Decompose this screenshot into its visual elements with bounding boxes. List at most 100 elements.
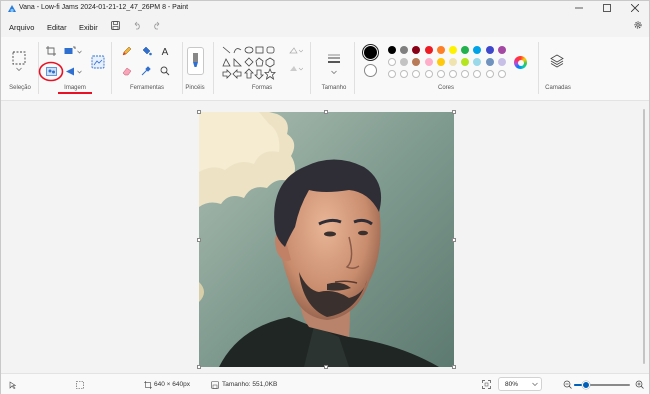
color-swatch[interactable] (448, 46, 457, 54)
shape-outline-icon (289, 47, 304, 57)
color-picker-tool[interactable] (140, 66, 152, 78)
resize-handle[interactable] (452, 238, 456, 242)
maximize-button[interactable] (593, 1, 621, 17)
custom-color-slot[interactable] (497, 70, 506, 78)
shapes-gallery[interactable] (222, 45, 278, 81)
color-swatch[interactable] (400, 58, 409, 66)
resize-handle[interactable] (197, 110, 201, 114)
fit-to-window-button[interactable] (482, 380, 491, 391)
magnifier-tool[interactable] (159, 66, 171, 78)
menu-view[interactable]: Exibir (79, 23, 98, 32)
color-swatch[interactable] (436, 58, 445, 66)
group-label-colors: Cores (437, 85, 454, 91)
color-swatch[interactable] (412, 58, 421, 66)
color-swatch[interactable] (461, 58, 470, 66)
custom-color-slot[interactable] (473, 70, 482, 78)
group-label-layers: Camadas (545, 85, 571, 91)
resize-icon (64, 46, 76, 58)
vertical-scrollbar[interactable] (643, 109, 645, 364)
custom-color-slot[interactable] (436, 70, 445, 78)
pencil-tool[interactable] (121, 46, 133, 58)
gear-icon (633, 20, 643, 32)
edit-colors-button[interactable] (514, 56, 527, 69)
resize-handle[interactable] (324, 110, 328, 114)
color-swatch[interactable] (388, 46, 396, 54)
crop-button[interactable] (45, 46, 57, 58)
layers-button[interactable] (550, 54, 564, 68)
color-swatch[interactable] (461, 46, 470, 54)
line-width-icon (326, 54, 342, 69)
zoom-in-button[interactable] (635, 380, 644, 391)
zoom-select[interactable]: 80% (498, 377, 542, 391)
paint-app-icon (7, 4, 17, 14)
paint-window: Vana - Low-fi Jams 2024-01-21-12_47_26PM… (0, 0, 650, 394)
shape-fill-button[interactable] (289, 65, 304, 75)
secondary-color[interactable] (364, 64, 377, 77)
selection-tool-button[interactable] (12, 51, 26, 65)
eraser-tool[interactable] (121, 66, 133, 78)
menu-edit[interactable]: Editar (47, 23, 67, 32)
color-swatch[interactable] (448, 58, 457, 66)
color-swatch[interactable] (424, 46, 433, 54)
resize-handle[interactable] (324, 365, 328, 369)
primary-color[interactable] (362, 44, 379, 61)
custom-color-slot[interactable] (424, 70, 433, 78)
resize-button[interactable] (64, 46, 76, 58)
close-button[interactable] (621, 1, 649, 17)
menu-file[interactable]: Arquivo (9, 23, 34, 32)
custom-color-slot[interactable] (448, 70, 457, 78)
color-swatch[interactable] (497, 58, 506, 66)
text-tool[interactable]: A (159, 46, 171, 58)
redo-button[interactable] (149, 20, 163, 32)
canvas-image[interactable] (199, 112, 454, 367)
resize-handle[interactable] (452, 110, 456, 114)
selection-size-icon (76, 381, 84, 391)
color-swatch[interactable] (388, 58, 396, 66)
resize-handle[interactable] (197, 365, 201, 369)
shape-outline-button[interactable] (289, 47, 304, 57)
rotate-dropdown[interactable] (77, 69, 82, 76)
minimize-button[interactable] (565, 1, 593, 17)
group-label-size: Tamanho (321, 85, 347, 91)
custom-color-slot[interactable] (461, 70, 470, 78)
chevron-down-icon (331, 70, 337, 77)
size-dropdown[interactable] (331, 70, 337, 77)
ribbon-separator (213, 42, 214, 94)
color-swatch[interactable] (473, 46, 482, 54)
color-swatch[interactable] (473, 58, 482, 66)
zoom-value: 80% (505, 381, 519, 388)
zoom-slider[interactable] (574, 381, 630, 389)
ribbon-separator (354, 42, 355, 94)
custom-color-slot[interactable] (412, 70, 421, 78)
shape-fill-icon (289, 66, 304, 75)
zoom-out-button[interactable] (563, 380, 572, 391)
color-swatch[interactable] (497, 46, 506, 54)
chevron-down-icon (77, 49, 82, 56)
group-label-shapes: Formas (251, 85, 273, 91)
brush-button[interactable] (187, 47, 204, 75)
canvas-size-icon (144, 381, 152, 391)
palette-row-2 (388, 58, 506, 66)
resize-handle[interactable] (197, 238, 201, 242)
save-button[interactable] (108, 20, 122, 32)
resize-dropdown[interactable] (77, 49, 82, 56)
custom-color-slot[interactable] (485, 70, 494, 78)
custom-color-slot[interactable] (400, 70, 409, 78)
color-swatch[interactable] (400, 46, 409, 54)
image-select-button[interactable] (91, 55, 105, 70)
color-swatch[interactable] (485, 46, 494, 54)
color-swatch[interactable] (424, 58, 433, 66)
selection-dropdown[interactable] (16, 67, 22, 72)
fit-to-window-icon (482, 380, 491, 391)
crop-icon (46, 46, 56, 58)
chevron-down-icon (77, 69, 82, 76)
resize-handle[interactable] (452, 365, 456, 369)
color-swatch[interactable] (485, 58, 494, 66)
status-bar (1, 373, 649, 394)
fill-tool[interactable] (140, 46, 152, 58)
undo-button[interactable] (130, 20, 144, 32)
custom-color-slot[interactable] (388, 70, 396, 78)
color-swatch[interactable] (436, 46, 445, 54)
settings-button[interactable] (631, 20, 645, 32)
color-swatch[interactable] (412, 46, 421, 54)
